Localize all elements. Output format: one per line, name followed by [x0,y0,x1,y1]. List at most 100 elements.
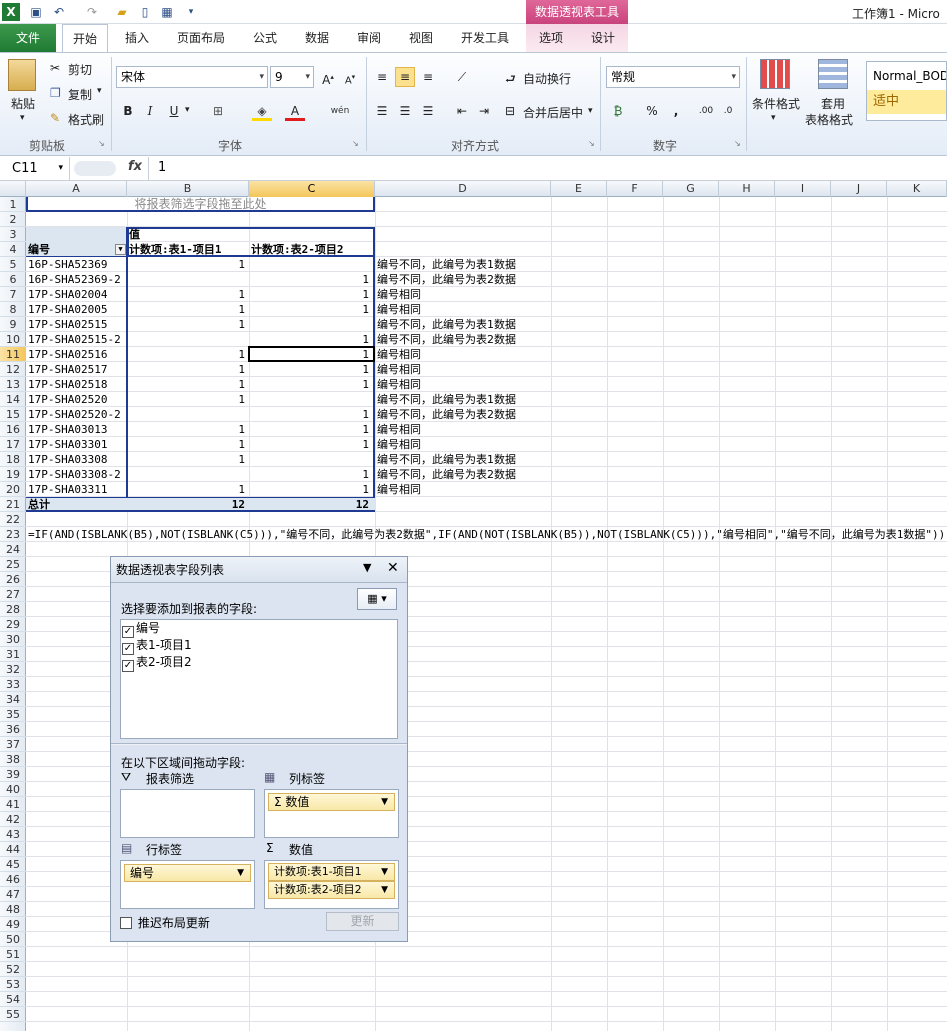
value-field-pill[interactable]: 计数项:表1-项目1 ▼ [268,863,395,881]
defer-update-checkbox[interactable]: 推迟布局更新 [120,914,210,931]
row-header[interactable]: 16 [0,422,26,437]
row-header[interactable]: 19 [0,467,26,482]
row-id-cell[interactable]: 16P-SHA52369-2 [28,272,121,287]
row-header[interactable]: 40 [0,782,26,797]
value-b-cell[interactable]: 1 [127,347,249,362]
font-color-icon[interactable]: A [285,101,305,121]
align-middle-icon[interactable]: ≡ [395,67,415,87]
result-d-cell[interactable]: 编号不同，此编号为表1数据 [377,257,516,272]
row-header[interactable]: 9 [0,317,26,332]
tab-home[interactable]: 开始 [62,24,108,53]
row-header[interactable]: 46 [0,872,26,887]
value-b-cell[interactable]: 1 [127,302,249,317]
decrease-indent-icon[interactable]: ⇤ [452,101,472,121]
value-c-cell[interactable] [249,452,373,467]
cut-button[interactable]: 剪切 [68,61,92,78]
value-c-cell[interactable]: 1 [249,302,373,317]
row-header[interactable]: 52 [0,962,26,977]
row-header[interactable]: 12 [0,362,26,377]
row-header[interactable]: 4 [0,242,26,257]
value-field-pill[interactable]: 计数项:表2-项目2 ▼ [268,881,395,899]
field-item[interactable]: ✓ 表2-项目2 [122,654,192,672]
align-top-icon[interactable]: ≡ [372,67,392,87]
format-as-table-label-1[interactable]: 套用 [821,95,845,112]
column-header-j[interactable]: J [831,181,887,197]
result-d-cell[interactable]: 编号不同，此编号为表1数据 [377,317,516,332]
value-b-cell[interactable] [127,407,249,422]
row-header[interactable]: 41 [0,797,26,812]
increase-decimal-icon[interactable]: .00 [696,101,716,121]
row-header[interactable]: 38 [0,752,26,767]
value-c-cell[interactable]: 1 [249,272,373,287]
style-normal-bod[interactable]: Normal_BOD [867,62,946,90]
value-b-cell[interactable] [127,272,249,287]
row-header[interactable]: 24 [0,542,26,557]
selected-cell-c11[interactable] [248,346,375,362]
bold-icon[interactable]: B [118,101,138,121]
row-header[interactable]: 5 [0,257,26,272]
row-header[interactable]: 44 [0,842,26,857]
value-b-cell[interactable]: 1 [127,317,249,332]
merge-dropdown-icon[interactable]: ▾ [588,106,593,116]
value-c-cell[interactable]: 1 [249,332,373,347]
row-header[interactable]: 6 [0,272,26,287]
row-header[interactable]: 29 [0,617,26,632]
row-header[interactable]: 8 [0,302,26,317]
value-c-cell[interactable]: 1 [249,407,373,422]
number-format-combo[interactable]: 常规 ▾ [606,66,740,88]
row-header[interactable]: 48 [0,902,26,917]
tab-view[interactable]: 视图 [400,24,442,52]
underline-icon[interactable]: U [164,101,184,121]
grow-font-icon[interactable]: A▴ [318,67,338,87]
value-c-cell[interactable] [249,257,373,272]
row-header[interactable]: 45 [0,857,26,872]
value-b-cell[interactable] [127,332,249,347]
close-icon[interactable]: ✕ [387,560,399,576]
format-painter-button[interactable]: 格式刷 [68,111,104,128]
column-header-k[interactable]: K [887,181,947,197]
column-header-h[interactable]: H [719,181,775,197]
underline-dropdown-icon[interactable]: ▾ [185,105,190,115]
row-id-cell[interactable]: 17P-SHA03308-2 [28,467,121,482]
formula-text-cell[interactable]: =IF(AND(ISBLANK(B5),NOT(ISBLANK(C5))),"编… [28,527,945,542]
row-header[interactable]: 20 [0,482,26,497]
row-header[interactable]: 2 [0,212,26,227]
percent-icon[interactable]: % [642,101,662,121]
field-list-layout-button[interactable]: ▦ ▾ [357,588,397,610]
value-c-cell[interactable]: 1 [249,377,373,392]
checkbox-checked-icon[interactable]: ✓ [122,660,134,672]
value-b-cell[interactable]: 1 [127,452,249,467]
value-c-cell[interactable]: 1 [249,482,373,497]
value-c-cell[interactable]: 1 [249,437,373,452]
row-header[interactable]: 23 [0,527,26,542]
formula-content[interactable]: 1 [158,160,166,175]
column-header-d[interactable]: D [375,181,551,197]
tab-options[interactable]: 选项 [530,24,572,52]
column-header-a[interactable]: A [26,181,127,197]
tab-formulas[interactable]: 公式 [244,24,286,52]
calculator-icon[interactable]: ▦ [158,3,176,21]
fill-color-icon[interactable]: ◈ [252,101,272,121]
open-folder-icon[interactable]: ▰ [113,3,131,21]
column-labels-area[interactable]: Σ 数值 ▼ [264,789,399,838]
result-d-cell[interactable]: 编号相同 [377,362,421,377]
pane-menu-icon[interactable]: ▼ [363,561,371,574]
conditional-formatting-icon[interactable] [760,59,790,89]
field-item[interactable]: ✓ 表1-项目1 [122,637,192,655]
font-name-combo[interactable]: 宋体 ▾ [116,66,268,88]
redo-icon[interactable]: ↷ [83,3,101,21]
column-header-i[interactable]: I [775,181,831,197]
value-b-cell[interactable]: 1 [127,362,249,377]
result-d-cell[interactable]: 编号不同，此编号为表2数据 [377,407,516,422]
value-b-cell[interactable]: 1 [127,437,249,452]
decrease-decimal-icon[interactable]: .0 [718,101,738,121]
row-header[interactable]: 36 [0,722,26,737]
row-header[interactable]: 21 [0,497,26,512]
conditional-formatting-button[interactable]: 条件格式 [752,95,800,112]
row-id-cell[interactable]: 17P-SHA03013 [28,422,107,437]
row-header[interactable]: 28 [0,602,26,617]
row-header[interactable]: 18 [0,452,26,467]
conditional-formatting-dropdown-icon[interactable]: ▾ [771,113,776,123]
align-bottom-icon[interactable]: ≡ [418,67,438,87]
row-header[interactable]: 1 [0,197,26,212]
